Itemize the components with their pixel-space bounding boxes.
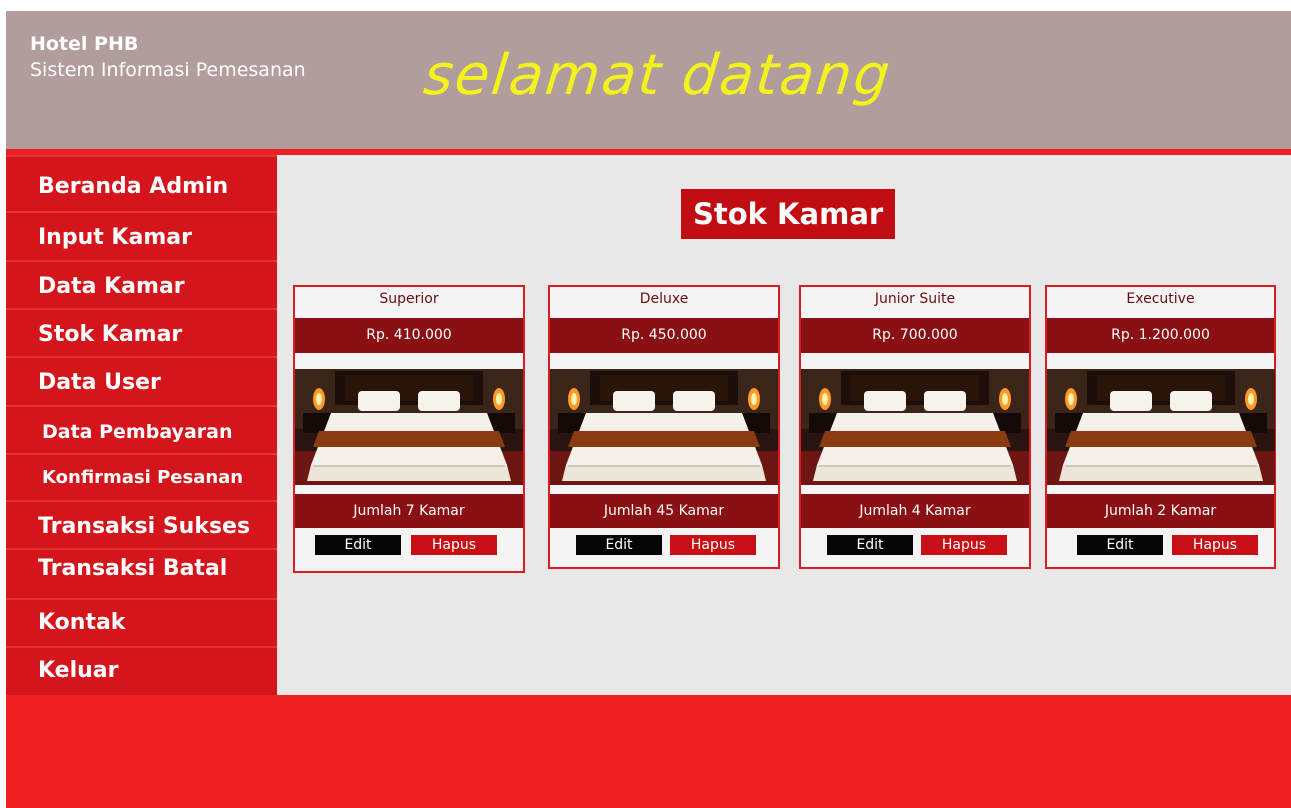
room-name: Superior xyxy=(379,291,439,307)
sidebar-item-data-user[interactable]: Data User xyxy=(6,356,277,406)
sidebar-item-label: Konfirmasi Pesanan xyxy=(42,467,244,488)
room-price: Rp. 1.200.000 xyxy=(1047,318,1274,353)
delete-button[interactable]: Hapus xyxy=(921,535,1007,555)
page-title: Stok Kamar xyxy=(681,189,896,239)
room-photo xyxy=(801,369,1029,485)
room-photo xyxy=(295,369,523,485)
edit-button[interactable]: Edit xyxy=(576,535,662,555)
sidebar-item-stok-kamar[interactable]: Stok Kamar xyxy=(6,308,277,358)
edit-button[interactable]: Edit xyxy=(315,535,401,555)
delete-button[interactable]: Hapus xyxy=(411,535,497,555)
room-price: Rp. 700.000 xyxy=(801,318,1029,353)
sidebar: Beranda Admin Input Kamar Data Kamar Sto… xyxy=(6,155,277,695)
room-name: Executive xyxy=(1126,291,1195,307)
sidebar-item-beranda-admin[interactable]: Beranda Admin xyxy=(6,155,277,205)
room-quantity: Jumlah 7 Kamar xyxy=(295,494,523,528)
edit-button[interactable]: Edit xyxy=(827,535,913,555)
room-name: Junior Suite xyxy=(874,291,956,307)
footer xyxy=(6,695,1291,808)
sidebar-item-label: Transaksi Batal xyxy=(38,556,228,581)
sidebar-item-transaksi-sukses[interactable]: Transaksi Sukses xyxy=(6,500,277,550)
edit-button[interactable]: Edit xyxy=(1077,535,1163,555)
sidebar-item-label: Data Pembayaran xyxy=(42,421,233,443)
welcome-text: selamat datang xyxy=(420,43,895,108)
brand-subtitle: Sistem Informasi Pemesanan Hotel xyxy=(30,59,306,81)
sidebar-item-label: Kontak xyxy=(38,610,126,635)
sidebar-item-label: Beranda Admin xyxy=(38,174,229,199)
header-bar: Hotel PHB Sistem Informasi Pemesanan Hot… xyxy=(6,11,1291,149)
brand: Hotel PHB Sistem Informasi Pemesanan Hot… xyxy=(30,31,360,85)
room-quantity: Jumlah 2 Kamar xyxy=(1047,494,1274,528)
sidebar-item-input-kamar[interactable]: Input Kamar xyxy=(6,211,277,261)
sidebar-item-data-kamar[interactable]: Data Kamar xyxy=(6,260,277,310)
room-card-junior-suite: Junior Suite Rp. 700.000 Jumlah 4 Kamar … xyxy=(799,285,1031,569)
room-card-executive: Executive Rp. 1.200.000 Jumlah 2 Kamar E… xyxy=(1045,285,1276,569)
sidebar-item-kontak[interactable]: Kontak xyxy=(6,598,277,648)
delete-button[interactable]: Hapus xyxy=(1172,535,1258,555)
room-card-superior: Superior Rp. 410.000 Jumlah 7 Kamar Edit… xyxy=(293,285,525,573)
sidebar-item-keluar[interactable]: Keluar xyxy=(6,646,277,695)
room-price: Rp. 410.000 xyxy=(295,318,523,353)
room-photo xyxy=(1047,369,1275,485)
sidebar-item-label: Input Kamar xyxy=(38,225,192,250)
sidebar-item-konfirmasi-pesanan[interactable]: Konfirmasi Pesanan xyxy=(6,453,277,501)
brand-title: Hotel PHB xyxy=(30,33,139,55)
sidebar-item-transaksi-batal[interactable]: Transaksi Batal xyxy=(6,548,277,598)
room-quantity: Jumlah 45 Kamar xyxy=(550,494,778,528)
sidebar-item-label: Transaksi Sukses xyxy=(38,514,251,539)
sidebar-item-label: Keluar xyxy=(38,658,119,683)
room-name: Deluxe xyxy=(639,291,689,307)
room-photo xyxy=(550,369,778,485)
sidebar-item-label: Data User xyxy=(38,370,161,395)
sidebar-item-label: Data Kamar xyxy=(38,274,185,299)
room-card-deluxe: Deluxe Rp. 450.000 Jumlah 45 Kamar Edit … xyxy=(548,285,780,569)
room-price: Rp. 450.000 xyxy=(550,318,778,353)
room-quantity: Jumlah 4 Kamar xyxy=(801,494,1029,528)
sidebar-item-data-pembayaran[interactable]: Data Pembayaran xyxy=(6,405,277,455)
sidebar-item-label: Stok Kamar xyxy=(38,322,183,347)
delete-button[interactable]: Hapus xyxy=(670,535,756,555)
main-content: Stok Kamar Superior Rp. 410.000 Jumlah 7… xyxy=(277,155,1291,695)
